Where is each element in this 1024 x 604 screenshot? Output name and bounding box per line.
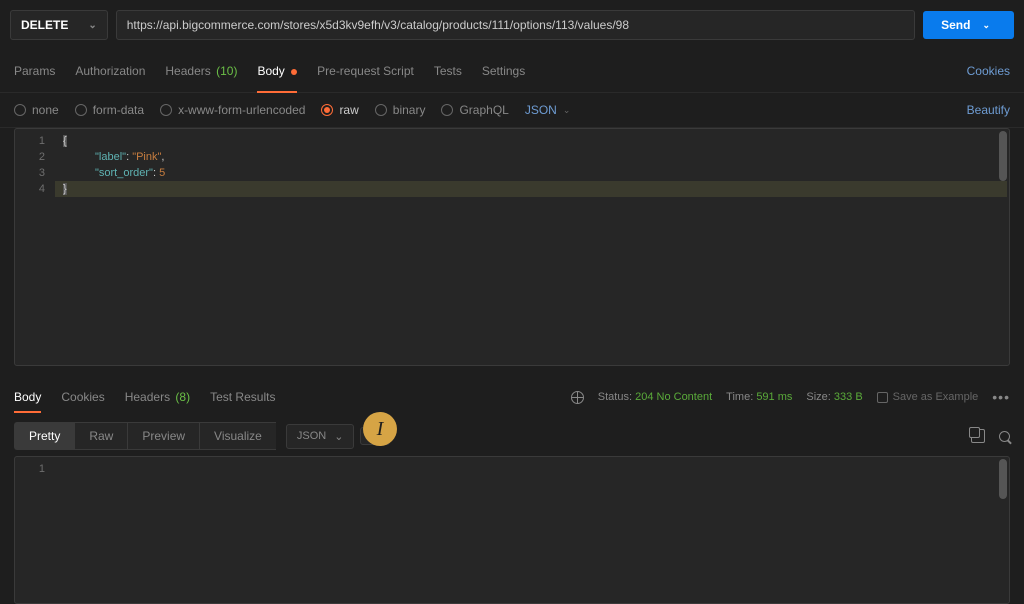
tab-tests[interactable]: Tests xyxy=(434,58,462,84)
body-type-graphql[interactable]: GraphQL xyxy=(441,103,508,117)
search-icon[interactable] xyxy=(999,431,1010,442)
view-preview[interactable]: Preview xyxy=(127,422,199,450)
body-type-xwww[interactable]: x-www-form-urlencoded xyxy=(160,103,305,117)
send-label: Send xyxy=(941,18,970,32)
copy-icon[interactable] xyxy=(971,429,985,443)
scrollbar-thumb[interactable] xyxy=(999,459,1007,499)
scrollbar-thumb[interactable] xyxy=(999,131,1007,181)
cursor-indicator-icon: I xyxy=(363,412,397,446)
tab-headers[interactable]: Headers (10) xyxy=(165,58,237,84)
chevron-down-icon: ⌄ xyxy=(982,20,990,31)
radio-icon xyxy=(75,104,87,116)
res-tab-headers[interactable]: Headers (8) xyxy=(125,386,190,408)
chevron-down-icon: ⌄ xyxy=(563,105,571,116)
tab-authorization[interactable]: Authorization xyxy=(75,58,145,84)
request-tabs: Params Authorization Headers (10) Body P… xyxy=(0,50,1024,93)
res-tab-body[interactable]: Body xyxy=(14,386,41,408)
gutter: 1 2 3 4 xyxy=(15,129,55,365)
more-options-icon[interactable]: ••• xyxy=(992,389,1010,405)
res-tab-testresults[interactable]: Test Results xyxy=(210,386,275,408)
res-tab-cookies[interactable]: Cookies xyxy=(61,386,104,408)
method-label: DELETE xyxy=(21,18,68,32)
url-input[interactable] xyxy=(127,18,904,32)
chevron-down-icon: ⌄ xyxy=(88,20,96,31)
globe-icon[interactable] xyxy=(571,391,584,404)
bottom-bar xyxy=(0,541,1024,561)
cookies-link[interactable]: Cookies xyxy=(967,64,1010,78)
radio-icon xyxy=(14,104,26,116)
radio-icon xyxy=(441,104,453,116)
response-tabs: Body Cookies Headers (8) Test Results St… xyxy=(0,378,1024,416)
request-body-editor[interactable]: 1 2 3 4 { "label": "Pink", "sort_order":… xyxy=(14,128,1010,366)
beautify-link[interactable]: Beautify xyxy=(967,103,1010,117)
view-pretty[interactable]: Pretty xyxy=(14,422,74,450)
body-type-none[interactable]: none xyxy=(14,103,59,117)
response-body-editor[interactable]: 1 xyxy=(14,456,1010,604)
view-tabs: Pretty Raw Preview Visualize JSON ⌄ xyxy=(0,416,1024,456)
tab-prerequest[interactable]: Pre-request Script xyxy=(317,58,414,84)
tab-settings[interactable]: Settings xyxy=(482,58,525,84)
body-type-row: none form-data x-www-form-urlencoded raw… xyxy=(0,93,1024,128)
body-type-binary[interactable]: binary xyxy=(375,103,426,117)
view-visualize[interactable]: Visualize xyxy=(199,422,276,450)
tab-params[interactable]: Params xyxy=(14,58,55,84)
body-type-formdata[interactable]: form-data xyxy=(75,103,144,117)
gutter: 1 xyxy=(15,457,55,477)
body-type-raw[interactable]: raw xyxy=(321,103,358,117)
save-example-button[interactable]: Save as Example xyxy=(877,391,979,403)
save-icon xyxy=(877,392,888,403)
radio-icon xyxy=(321,104,333,116)
send-button[interactable]: Send ⌄ xyxy=(923,11,1014,39)
tab-body[interactable]: Body xyxy=(257,58,297,84)
method-select[interactable]: DELETE ⌄ xyxy=(10,10,108,40)
url-input-wrap xyxy=(116,10,915,40)
raw-format-select[interactable]: JSON ⌄ xyxy=(525,103,571,117)
view-raw[interactable]: Raw xyxy=(74,422,127,450)
chevron-down-icon: ⌄ xyxy=(334,430,343,443)
unsaved-dot-icon xyxy=(291,69,297,75)
radio-icon xyxy=(375,104,387,116)
status-info: Status: 204 No Content Time: 591 ms Size… xyxy=(571,389,1010,405)
code-area[interactable]: { "label": "Pink", "sort_order": 5 } xyxy=(55,129,1009,365)
radio-icon xyxy=(160,104,172,116)
response-format-select[interactable]: JSON ⌄ xyxy=(286,424,355,449)
